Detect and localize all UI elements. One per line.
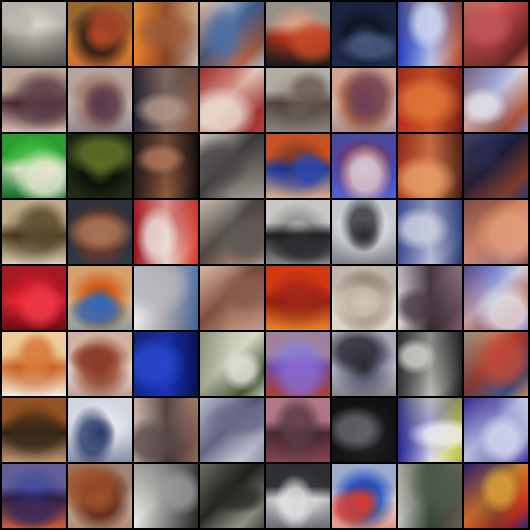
sample-image <box>398 332 462 396</box>
sample-image <box>464 134 528 198</box>
sample-image <box>134 200 198 264</box>
sample-image <box>332 332 396 396</box>
sample-image <box>266 2 330 66</box>
sample-image <box>68 464 132 528</box>
sample-image <box>266 398 330 462</box>
sample-image <box>332 200 396 264</box>
sample-image <box>398 398 462 462</box>
sample-image <box>332 68 396 132</box>
sample-image <box>266 332 330 396</box>
sample-image <box>398 2 462 66</box>
sample-image <box>2 68 66 132</box>
sample-image <box>68 398 132 462</box>
sample-image <box>266 200 330 264</box>
sample-image <box>398 68 462 132</box>
sample-image <box>464 200 528 264</box>
sample-image <box>134 464 198 528</box>
sample-image <box>332 464 396 528</box>
sample-image <box>134 134 198 198</box>
sample-image <box>398 464 462 528</box>
sample-image <box>68 68 132 132</box>
sample-image <box>200 200 264 264</box>
sample-image <box>200 332 264 396</box>
sample-image <box>2 266 66 330</box>
sample-image <box>200 68 264 132</box>
sample-image <box>398 134 462 198</box>
sample-image <box>2 200 66 264</box>
sample-image <box>134 68 198 132</box>
sample-image <box>68 134 132 198</box>
sample-image <box>200 2 264 66</box>
sample-image <box>464 2 528 66</box>
sample-image <box>68 200 132 264</box>
sample-image <box>134 332 198 396</box>
sample-image <box>200 266 264 330</box>
sample-image <box>398 266 462 330</box>
sample-image <box>266 134 330 198</box>
sample-image <box>464 68 528 132</box>
sample-image <box>68 2 132 66</box>
sample-image <box>200 464 264 528</box>
sample-image <box>200 134 264 198</box>
sample-image <box>2 332 66 396</box>
sample-image <box>68 266 132 330</box>
sample-image <box>332 398 396 462</box>
sample-image <box>134 398 198 462</box>
sample-image <box>2 2 66 66</box>
sample-image <box>464 266 528 330</box>
sample-image <box>266 266 330 330</box>
sample-image <box>332 2 396 66</box>
sample-image <box>464 332 528 396</box>
sample-image <box>332 134 396 198</box>
sample-image <box>332 266 396 330</box>
sample-image <box>200 398 264 462</box>
sample-image <box>68 332 132 396</box>
sample-image <box>2 134 66 198</box>
sample-image <box>266 464 330 528</box>
sample-image <box>464 398 528 462</box>
sample-image-grid <box>0 0 530 530</box>
sample-image <box>134 2 198 66</box>
sample-image <box>2 464 66 528</box>
sample-image <box>2 398 66 462</box>
sample-image <box>464 464 528 528</box>
sample-image <box>398 200 462 264</box>
sample-image <box>134 266 198 330</box>
sample-image <box>266 68 330 132</box>
